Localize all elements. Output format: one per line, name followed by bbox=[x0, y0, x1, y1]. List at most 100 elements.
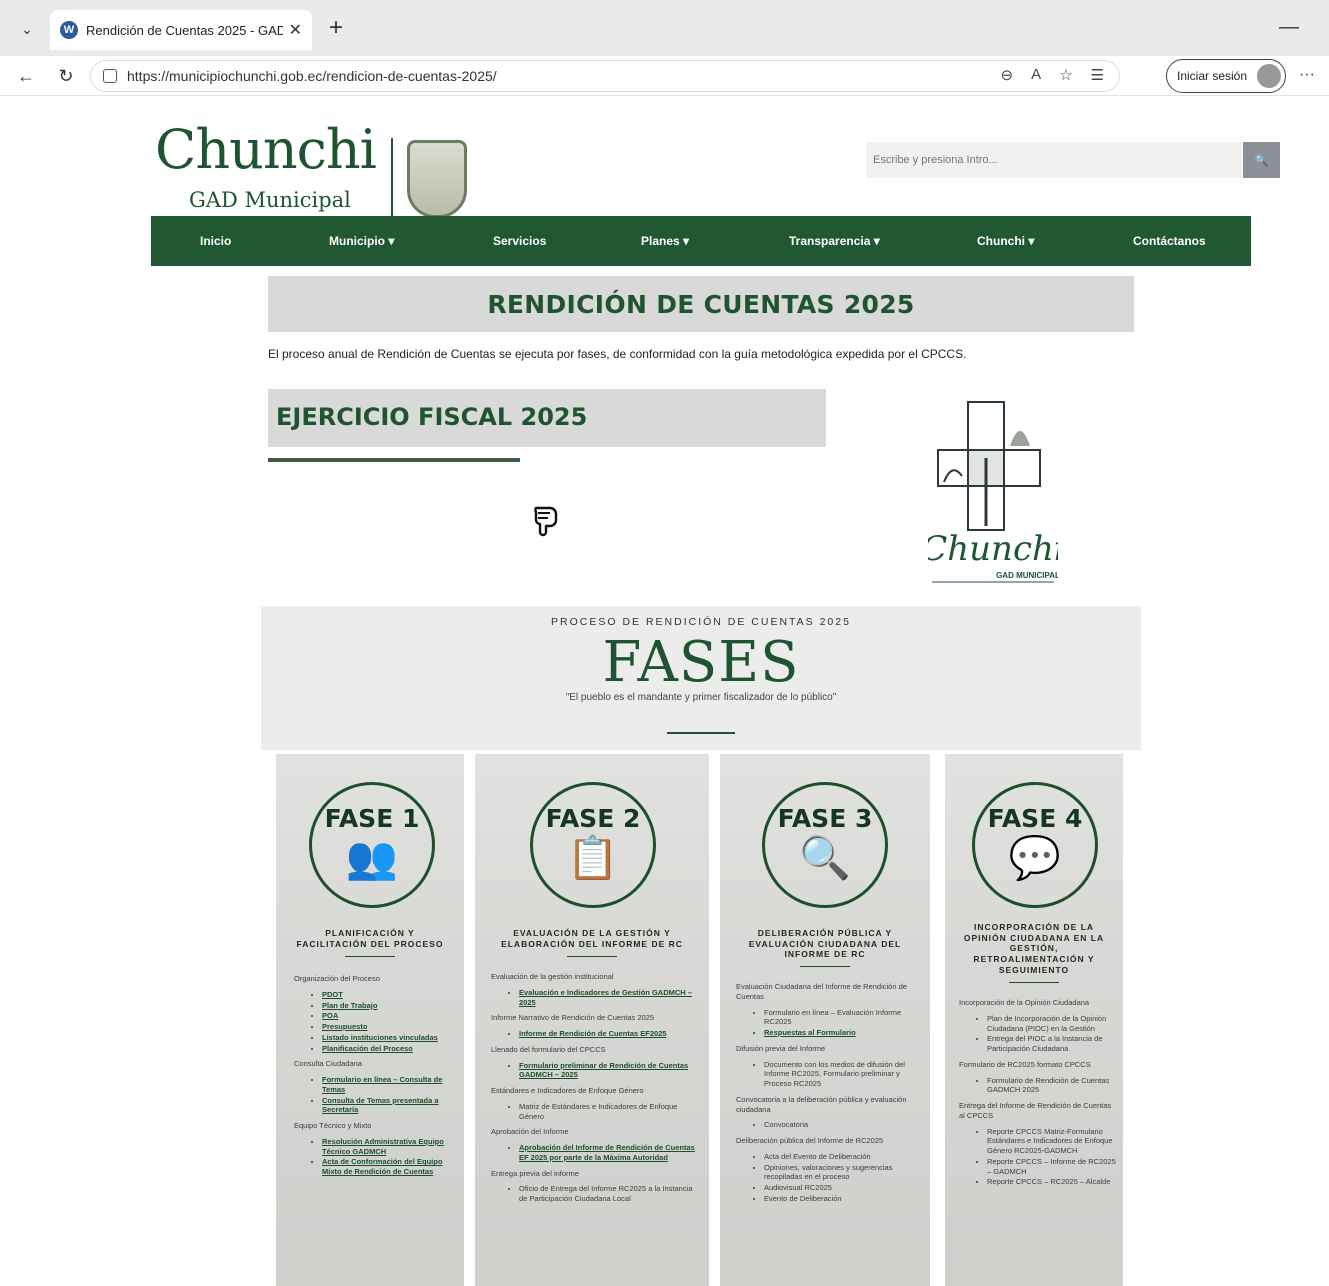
section-label: Evaluación Ciudadana del Informe de Rend… bbox=[736, 982, 907, 1001]
phase-rule bbox=[1009, 982, 1059, 983]
tab-list-chevron-icon[interactable]: ⌄ bbox=[12, 14, 42, 44]
browser-tab[interactable]: W Rendición de Cuentas 2025 - GAD ✕ bbox=[50, 10, 312, 50]
chunchi-brand-logo: Chunchi GAD MUNICIPAL bbox=[928, 401, 1058, 583]
doc-item: Formulario en línea – Evaluación Informe… bbox=[764, 1008, 922, 1028]
phase-card-2: FASE 2 📋 EVALUACIÓN DE LA GESTIÓN Y ELAB… bbox=[475, 754, 709, 1286]
doc-item: Reporte CPCCS – Informe de RC2025 – GADM… bbox=[987, 1157, 1117, 1177]
fases-divider bbox=[667, 732, 735, 734]
phase-card-3: FASE 3 🔍 DELIBERACIÓN PÚBLICA Y EVALUACI… bbox=[720, 754, 930, 1286]
doc-item: Audiovisual RC2025 bbox=[764, 1183, 922, 1193]
close-tab-icon[interactable]: ✕ bbox=[289, 20, 302, 40]
address-bar: ← ↻ https://municipiochunchi.gob.ec/rend… bbox=[0, 56, 1329, 96]
doc-link[interactable]: Respuestas al Formulario bbox=[764, 1028, 922, 1038]
site-logo[interactable]: Chunchi GAD Municipal bbox=[155, 118, 475, 218]
fiscal-year-title: EJERCICIO FISCAL 2025 bbox=[276, 403, 588, 431]
doc-item: Acta del Evento de Deliberación bbox=[764, 1152, 922, 1162]
nav-item-transparencia[interactable]: Transparencia ▾ bbox=[789, 216, 880, 266]
phase-heading: PLANIFICACIÓN Y FACILITACIÓN DEL PROCESO bbox=[296, 928, 444, 949]
phase-title: FASE 2 bbox=[545, 804, 641, 833]
search-input[interactable] bbox=[866, 142, 1242, 178]
main-navigation: Inicio Municipio ▾ Servicios Planes ▾ Tr… bbox=[151, 216, 1251, 266]
doc-item: Entrega del PIOC a la Instancia de Parti… bbox=[987, 1034, 1117, 1054]
magnifier-document-icon: 🔍 bbox=[798, 834, 852, 881]
doc-link[interactable]: Evaluación e Indicadores de Gestión GADM… bbox=[519, 988, 697, 1008]
doc-link[interactable]: PDOT bbox=[322, 990, 454, 1000]
section-label: Evaluación de la gestión institucional bbox=[491, 972, 614, 981]
favorites-list-icon[interactable]: ☰ bbox=[1091, 66, 1104, 84]
url-text: https://municipiochunchi.gob.ec/rendicio… bbox=[127, 68, 497, 84]
phase-heading: INCORPORACIÓN DE LA OPINIÓN CIUDADANA EN… bbox=[963, 922, 1105, 975]
intro-text: El proceso anual de Rendición de Cuentas… bbox=[268, 347, 967, 361]
doc-item: Matriz de Estándares e Indicadores de En… bbox=[519, 1102, 697, 1122]
refresh-icon[interactable]: ↻ bbox=[54, 64, 78, 88]
nav-item-servicios[interactable]: Servicios bbox=[493, 216, 546, 266]
nav-item-inicio[interactable]: Inicio bbox=[200, 216, 231, 266]
brand-script-text: Chunchi bbox=[928, 529, 1058, 569]
phase-card-1: FASE 1 👥 PLANIFICACIÓN Y FACILITACIÓN DE… bbox=[276, 754, 464, 1286]
doc-item: Reporte CPCCS – RC2025 – Alcalde bbox=[987, 1177, 1117, 1187]
section-label: Entrega previa del informe bbox=[491, 1168, 579, 1178]
section-label: Formulario de RC2025 formato CPCCS bbox=[959, 1059, 1091, 1069]
search-icon: 🔍 bbox=[1254, 154, 1269, 167]
fases-banner: PROCESO DE RENDICIÓN DE CUENTAS 2025 FAS… bbox=[261, 606, 1141, 750]
doc-item: Evento de Deliberación bbox=[764, 1194, 922, 1204]
crest-icon bbox=[407, 140, 467, 218]
web-page: Chunchi GAD Municipal 🔍 Inicio Municipio… bbox=[0, 96, 1329, 1286]
more-menu-icon[interactable]: ··· bbox=[1299, 66, 1315, 84]
doc-link[interactable]: Consulta de Temas presentada a Secretarí… bbox=[322, 1096, 454, 1116]
search-button[interactable]: 🔍 bbox=[1243, 142, 1280, 178]
doc-link[interactable]: Aprobación del Informe de Rendición de C… bbox=[519, 1143, 697, 1163]
new-tab-plus-icon[interactable]: + bbox=[322, 14, 350, 42]
chat-people-icon: 💬 bbox=[1008, 834, 1062, 881]
doc-link[interactable]: Plan de Trabajo bbox=[322, 1001, 454, 1011]
doc-item: Reporte CPCCS Matriz-Formulario Estándar… bbox=[987, 1127, 1117, 1156]
doc-link[interactable]: Listado instituciones vinculadas bbox=[322, 1033, 454, 1043]
favorite-star-icon[interactable]: ☆ bbox=[1059, 66, 1072, 84]
phase-heading: DELIBERACIÓN PÚBLICA Y EVALUACIÓN CIUDAD… bbox=[748, 928, 902, 960]
url-field[interactable]: https://municipiochunchi.gob.ec/rendicio… bbox=[90, 60, 1120, 92]
hand-pointer-icon[interactable] bbox=[530, 504, 562, 538]
fiscal-year-box: EJERCICIO FISCAL 2025 bbox=[268, 389, 826, 447]
phase-body: Organización del Proceso PDOT Plan de Tr… bbox=[294, 968, 454, 1183]
read-aloud-icon[interactable]: A bbox=[1031, 66, 1041, 84]
signin-label: Iniciar sesión bbox=[1177, 69, 1248, 83]
phase-rule bbox=[345, 956, 395, 957]
doc-link[interactable]: Formulario en línea – Consulta de Temas bbox=[322, 1075, 454, 1095]
doc-link[interactable]: POA bbox=[322, 1011, 454, 1021]
document-check-icon: 📋 bbox=[566, 834, 620, 881]
doc-link[interactable]: Acta de Conformación del Equipo Mixto de… bbox=[322, 1157, 454, 1177]
section-label: Entrega del Informe de Rendición de Cuen… bbox=[959, 1101, 1112, 1120]
doc-link[interactable]: Formulario preliminar de Rendición de Cu… bbox=[519, 1061, 697, 1081]
nav-item-municipio[interactable]: Municipio ▾ bbox=[329, 216, 394, 266]
phase-title: FASE 4 bbox=[987, 804, 1083, 833]
section-label: Informe Narrativo de Rendición de Cuenta… bbox=[491, 1013, 655, 1023]
doc-link[interactable]: Informe de Rendición de Cuentas EF2025 bbox=[519, 1029, 697, 1039]
phase-title: FASE 1 bbox=[324, 804, 420, 833]
minimize-icon[interactable]: — bbox=[1279, 16, 1299, 39]
phase-body: Evaluación de la gestión institucional E… bbox=[491, 966, 697, 1210]
browser-tabbar: ⌄ W Rendición de Cuentas 2025 - GAD ✕ + … bbox=[0, 0, 1329, 56]
doc-link[interactable]: Planificación del Proceso bbox=[322, 1044, 454, 1054]
section-label: Difusión previa del Informe bbox=[736, 1043, 826, 1053]
zoom-icon[interactable]: ⊖ bbox=[1001, 66, 1014, 84]
doc-item: Plan de Incorporación de la Opinión Ciud… bbox=[987, 1014, 1117, 1034]
back-arrow-icon[interactable]: ← bbox=[14, 64, 38, 88]
logo-text: Chunchi bbox=[155, 118, 377, 181]
signin-button[interactable]: Iniciar sesión bbox=[1166, 59, 1286, 93]
doc-link[interactable]: Resolución Administrativa Equipo Técnico… bbox=[322, 1137, 454, 1157]
doc-item: Documento con los medios de difusión del… bbox=[764, 1060, 922, 1089]
page-title: RENDICIÓN DE CUENTAS 2025 bbox=[487, 289, 915, 319]
url-actions: ⊖ A ☆ ☰ bbox=[1001, 66, 1105, 84]
page-title-box: RENDICIÓN DE CUENTAS 2025 bbox=[268, 276, 1134, 332]
doc-link[interactable]: Presupuesto bbox=[322, 1022, 454, 1032]
section-label: Consulta Ciudadana bbox=[294, 1059, 362, 1069]
phase-rule bbox=[567, 956, 617, 957]
nav-item-planes[interactable]: Planes ▾ bbox=[641, 216, 689, 266]
doc-item: Convocatoria bbox=[764, 1120, 922, 1130]
wordpress-icon: W bbox=[60, 21, 78, 39]
nav-item-chunchi[interactable]: Chunchi ▾ bbox=[977, 216, 1034, 266]
phase-card-4: FASE 4 💬 INCORPORACIÓN DE LA OPINIÓN CIU… bbox=[945, 754, 1123, 1286]
doc-item: Formulario de Rendición de Cuentas GADMC… bbox=[987, 1076, 1117, 1096]
phase-title: FASE 3 bbox=[777, 804, 873, 833]
nav-item-contactanos[interactable]: Contáctanos bbox=[1133, 216, 1206, 266]
